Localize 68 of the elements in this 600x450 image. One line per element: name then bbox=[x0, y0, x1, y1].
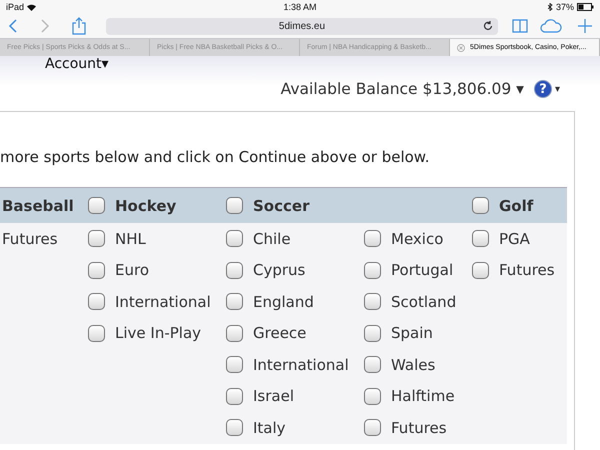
checkbox[interactable] bbox=[88, 197, 105, 214]
league-label: Spain bbox=[391, 324, 433, 342]
checkbox[interactable] bbox=[226, 230, 243, 248]
checkbox[interactable] bbox=[364, 230, 381, 248]
league-label: Italy bbox=[253, 418, 286, 437]
league-label: Portugal bbox=[391, 261, 454, 280]
checkbox[interactable] bbox=[226, 356, 243, 374]
checkbox[interactable] bbox=[364, 324, 381, 342]
checkbox[interactable] bbox=[226, 419, 243, 436]
league-label: PGA bbox=[499, 230, 530, 248]
league-label: Live In-Play bbox=[115, 324, 202, 342]
league-label: Halftime bbox=[391, 387, 455, 406]
plus-icon[interactable] bbox=[578, 19, 592, 33]
url-text: 5dimes.eu bbox=[278, 20, 326, 32]
wifi-icon bbox=[27, 4, 36, 10]
league-label: England bbox=[253, 292, 314, 311]
league-label: Futures bbox=[391, 418, 447, 437]
checkbox[interactable] bbox=[364, 356, 381, 374]
checkbox[interactable] bbox=[226, 293, 243, 310]
checkbox[interactable] bbox=[472, 197, 489, 214]
sport-header: Baseball bbox=[2, 196, 74, 214]
account-menu[interactable]: Account▾ bbox=[45, 56, 109, 72]
clock-time: 1:38 AM bbox=[283, 2, 317, 12]
league-label: Chile bbox=[253, 230, 291, 248]
league-label: Euro bbox=[115, 261, 149, 280]
help-caret[interactable]: ▾ bbox=[554, 84, 560, 94]
checkbox[interactable] bbox=[88, 293, 105, 310]
checkbox[interactable] bbox=[226, 388, 243, 405]
checkbox[interactable] bbox=[364, 262, 381, 279]
back-icon[interactable] bbox=[8, 19, 18, 33]
checkbox[interactable] bbox=[226, 324, 243, 342]
bluetooth-icon bbox=[548, 3, 553, 11]
checkbox[interactable] bbox=[472, 230, 489, 248]
balance-menu[interactable]: Available Balance $13,806.09 ▾ bbox=[280, 80, 524, 98]
device-name: iPad bbox=[6, 2, 24, 12]
checkbox[interactable] bbox=[364, 419, 381, 436]
cloud-icon[interactable] bbox=[540, 19, 562, 33]
address-bar[interactable]: 5dimes.eu bbox=[106, 18, 498, 34]
checkbox[interactable] bbox=[472, 262, 489, 279]
league-label: NHL bbox=[115, 230, 146, 248]
checkbox[interactable] bbox=[226, 262, 243, 279]
league-label: Cyprus bbox=[253, 261, 306, 280]
help-button[interactable]: ? bbox=[534, 80, 552, 98]
checkbox[interactable] bbox=[88, 230, 105, 248]
reload-icon[interactable] bbox=[483, 20, 493, 30]
league-label: Greece bbox=[253, 324, 306, 342]
checkbox[interactable] bbox=[88, 324, 105, 342]
sport-header: Hockey bbox=[115, 196, 176, 214]
league-label: International bbox=[115, 292, 211, 311]
league-label: International bbox=[253, 356, 349, 374]
battery-icon bbox=[577, 3, 594, 11]
checkbox[interactable] bbox=[364, 293, 381, 310]
instruction-text: more sports below and click on Continue above or below. bbox=[0, 148, 430, 166]
book-icon[interactable] bbox=[512, 19, 528, 33]
league-label: Scotland bbox=[391, 292, 456, 311]
league-label: Israel bbox=[253, 387, 294, 406]
close-icon[interactable] bbox=[457, 44, 465, 52]
league-label: Futures bbox=[2, 230, 58, 248]
share-icon[interactable] bbox=[72, 17, 86, 35]
sport-header: Soccer bbox=[253, 196, 310, 214]
checkbox[interactable] bbox=[88, 262, 105, 279]
sport-header: Golf bbox=[499, 196, 534, 214]
league-label: Wales bbox=[391, 356, 436, 374]
league-label: Mexico bbox=[391, 230, 444, 248]
league-label: Futures bbox=[499, 261, 555, 280]
battery-percent: 37% bbox=[556, 2, 574, 12]
checkbox[interactable] bbox=[226, 197, 243, 214]
checkbox[interactable] bbox=[364, 388, 381, 405]
